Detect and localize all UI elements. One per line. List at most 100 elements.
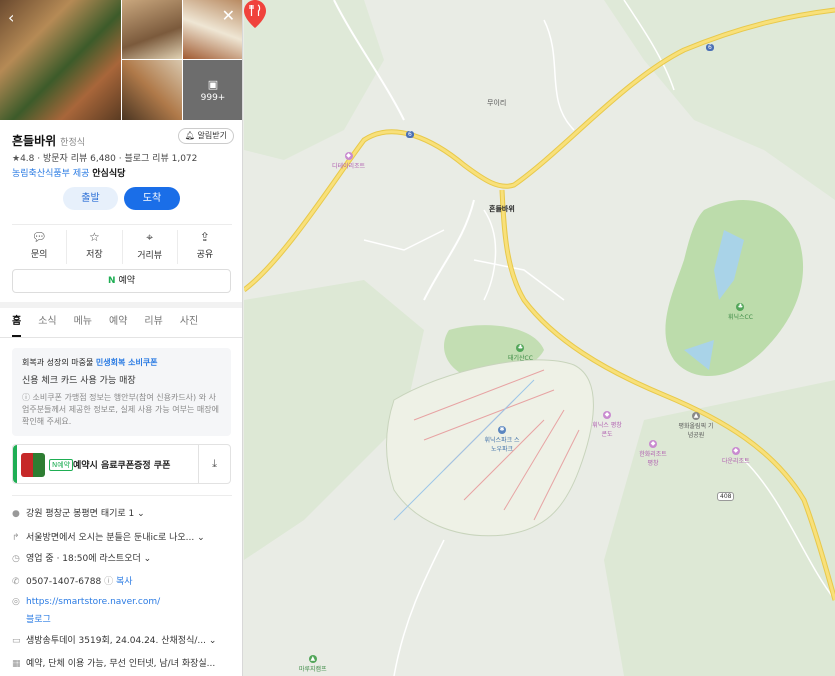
tab-bar: 홈 소식 메뉴 예약 리뷰 사진	[0, 308, 242, 338]
coupon-text: 예약시 음료쿠폰증정 쿠폰	[73, 461, 171, 471]
amenities-row: ▦ 예약, 단체 이용 가능, 무선 인터넷, 남/녀 화장실...	[12, 659, 216, 669]
share-button[interactable]: ⇪ 공유	[178, 230, 232, 264]
map-canvas[interactable]	[244, 0, 835, 676]
back-icon[interactable]: ‹	[8, 8, 14, 27]
road-number-badge: 408	[717, 492, 735, 501]
directions-row[interactable]: ↱ 서울방면에서 오시는 분들은 둔내ic로 나오... ⌄	[12, 530, 234, 543]
download-icon[interactable]: ⤓	[198, 445, 230, 483]
tab-review[interactable]: 리뷰	[144, 308, 162, 337]
coupon-info-note: ⓘ 소비쿠폰 가맹점 정보는 행안부(참여 신용카드사) 와 사업주분들께서 제…	[22, 393, 219, 426]
chevron-down-icon: ⌄	[208, 636, 217, 646]
share-icon: ⇪	[199, 230, 210, 244]
divider	[12, 495, 232, 496]
tv-row[interactable]: ▭ 생방송투데이 3519회, 24.04.24. 산채정식/... ⌄	[12, 633, 234, 646]
map-view[interactable]: 무이리 ◆ 디테이리조트 ♣ 태기산CC ♣ 휘닉스CC ✱ 휘닉스파크 스노우파크 ◆…	[244, 0, 835, 676]
copy-button[interactable]: 복사	[116, 577, 133, 587]
star-icon: ☆	[88, 230, 100, 244]
inquiry-button[interactable]: 💬︎ 문의	[12, 230, 68, 264]
place-panel: ▣ 999+ ‹ ✕ 흔들바위 한정식 🔔︎ 알림받기 ★4.8 · 방문자 리뷰 …	[0, 0, 243, 676]
consumer-coupon-info: 회복과 성장의 마중물 민생회복 소비쿠폰 신용 체크 카드 사용 가능 매장 …	[12, 348, 231, 436]
title-row: 흔들바위 한정식 🔔︎ 알림받기	[12, 128, 234, 148]
golf-icon: ♣	[736, 303, 745, 311]
tab-news[interactable]: 소식	[38, 308, 56, 337]
reservation-coupon[interactable]: N예약 예약시 음료쿠폰증정 쿠폰 ⤓	[12, 444, 231, 484]
poi-resort[interactable]: ◆ 디테이리조트	[332, 152, 365, 170]
route-icon: ↱	[12, 533, 20, 543]
main-photo[interactable]	[0, 0, 121, 120]
photo-gallery[interactable]: ▣ 999+ ‹ ✕	[0, 0, 242, 120]
marker-label: 흔들바위	[489, 205, 515, 213]
poi-phoenix-condo[interactable]: ◆ 휘닉스 평창콘도	[590, 411, 624, 438]
pin-icon: ●	[12, 509, 20, 519]
resort-icon: ◆	[603, 411, 611, 419]
golf-icon: ♣	[516, 344, 525, 352]
globe-icon: ◎	[12, 597, 20, 607]
gov-provider: 농림축산식품부 제공	[12, 169, 90, 179]
ski-icon: ✱	[498, 426, 506, 434]
coupon-image	[21, 453, 45, 477]
coupon-accent	[13, 445, 17, 483]
building-icon: ▦	[12, 659, 21, 669]
alarm-button[interactable]: 🔔︎ 알림받기	[177, 128, 234, 144]
close-icon[interactable]: ✕	[222, 6, 235, 25]
save-button[interactable]: ☆ 저장	[67, 230, 123, 264]
location-icon: ⌖	[146, 230, 153, 244]
visitor-reviews-link[interactable]: 방문자 리뷰 6,480	[43, 154, 116, 164]
resort-icon: ◆	[344, 152, 353, 160]
tab-home[interactable]: 홈	[12, 308, 22, 337]
poi-memorial[interactable]: ▲ 평화올림픽 기념공원	[676, 412, 716, 439]
blog-row: 블로그	[12, 612, 234, 625]
poi-camp[interactable]: ▲ 마루지캠프	[299, 655, 327, 673]
tab-menu[interactable]: 메뉴	[74, 308, 92, 337]
poi-hanwha[interactable]: ◆ 한화리조트 평창	[636, 440, 670, 467]
tv-icon: ▭	[12, 636, 21, 646]
safe-restaurant-row: 농림축산식품부 제공 안심식당	[12, 166, 125, 179]
website-link[interactable]: https://smartstore.naver.com/	[26, 597, 160, 607]
photo-count[interactable]: ▣ 999+	[183, 78, 242, 103]
place-marker-icon[interactable]	[244, 0, 266, 28]
photo-thumb[interactable]	[122, 60, 182, 120]
image-icon: ▣	[207, 78, 219, 91]
blog-reviews-link[interactable]: 블로그 리뷰 1,072	[124, 154, 197, 164]
phone-row: ✆ 0507-1407-6788 ⓘ 복사	[12, 577, 133, 587]
chat-icon: 💬︎	[31, 230, 47, 244]
safe-restaurant-badge: 안심식당	[92, 169, 126, 179]
coupon-info-title: 회복과 성장의 마중물 민생회복 소비쿠폰	[22, 358, 158, 367]
poi-taegi-cc[interactable]: ♣ 태기산CC	[508, 344, 533, 362]
divider	[12, 224, 232, 225]
bell-icon: 🔔︎	[184, 131, 198, 140]
action-bar: 💬︎ 문의 ☆ 저장 ⌖ 거리뷰 ⇪ 공유	[12, 230, 232, 264]
coupon-info-subtitle: 신용 체크 카드 사용 가능 매장	[22, 376, 136, 386]
place-category: 한정식	[60, 138, 86, 148]
landmark-icon: ▲	[692, 412, 700, 420]
reserve-button[interactable]: N 예약	[12, 269, 231, 293]
clock-icon: ◷	[12, 554, 20, 564]
resort-icon: ◆	[731, 447, 740, 455]
village-label: 무이리	[487, 99, 507, 107]
tab-photo[interactable]: 사진	[180, 308, 198, 337]
info-icon: ⓘ	[104, 577, 114, 587]
hours-row[interactable]: ◷ 영업 중 · 18:50에 라스트오더 ⌄	[12, 551, 234, 564]
tab-reserve[interactable]: 예약	[109, 308, 127, 337]
street-view-button[interactable]: ⌖ 거리뷰	[123, 230, 178, 264]
arrive-button[interactable]: 도착	[124, 187, 180, 210]
naver-reserve-icon: N	[107, 276, 116, 286]
place-name: 흔들바위	[12, 134, 57, 148]
road-number-badge: 6	[406, 131, 414, 138]
start-button[interactable]: 출발	[63, 187, 118, 210]
chevron-down-icon: ⌄	[137, 509, 145, 519]
poi-phoenix-cc[interactable]: ♣ 휘닉스CC	[728, 303, 753, 321]
place-detail-screen: 무이리 ◆ 디테이리조트 ♣ 태기산CC ♣ 휘닉스CC ✱ 휘닉스파크 스노우파크 ◆…	[0, 0, 835, 676]
poi-daum[interactable]: ◆ 다운리조트	[722, 447, 750, 465]
poi-snowpark[interactable]: ✱ 휘닉스파크 스노우파크	[482, 426, 522, 453]
address-row[interactable]: ● 강원 평창군 봉평면 태기로 1 ⌄	[12, 506, 234, 519]
blog-link[interactable]: 블로그	[26, 615, 51, 625]
rating-value: 4.8	[20, 154, 35, 164]
chevron-down-icon: ⌄	[197, 533, 205, 543]
photo-thumb[interactable]	[122, 0, 182, 59]
star-icon: ★	[12, 154, 21, 164]
phone-icon: ✆	[12, 577, 20, 587]
camp-icon: ▲	[308, 655, 317, 663]
coupon-badge: N예약	[49, 459, 74, 471]
rating-row: ★4.8 · 방문자 리뷰 6,480 · 블로그 리뷰 1,072	[12, 154, 198, 164]
